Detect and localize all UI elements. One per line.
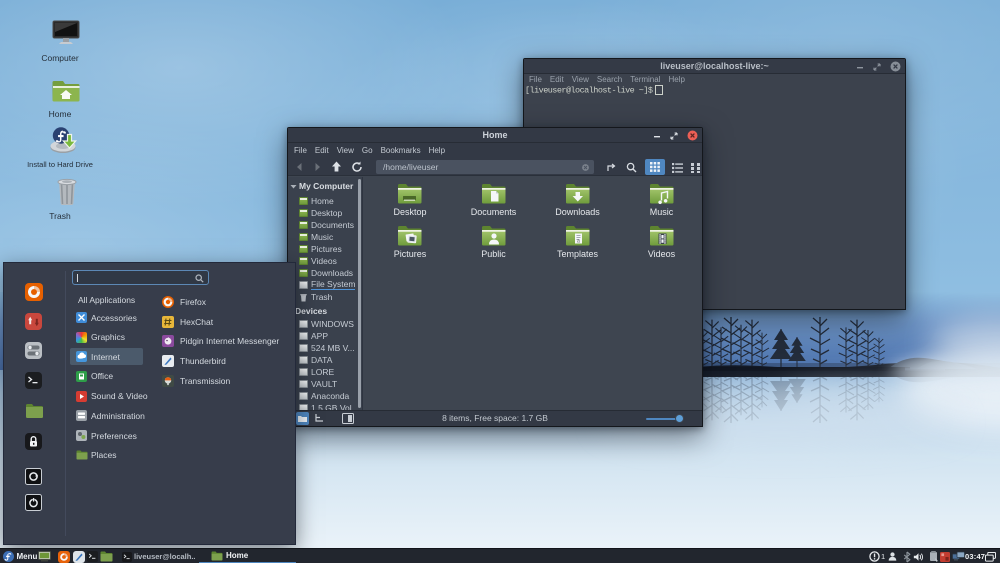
svg-text:a: a <box>577 239 580 245</box>
